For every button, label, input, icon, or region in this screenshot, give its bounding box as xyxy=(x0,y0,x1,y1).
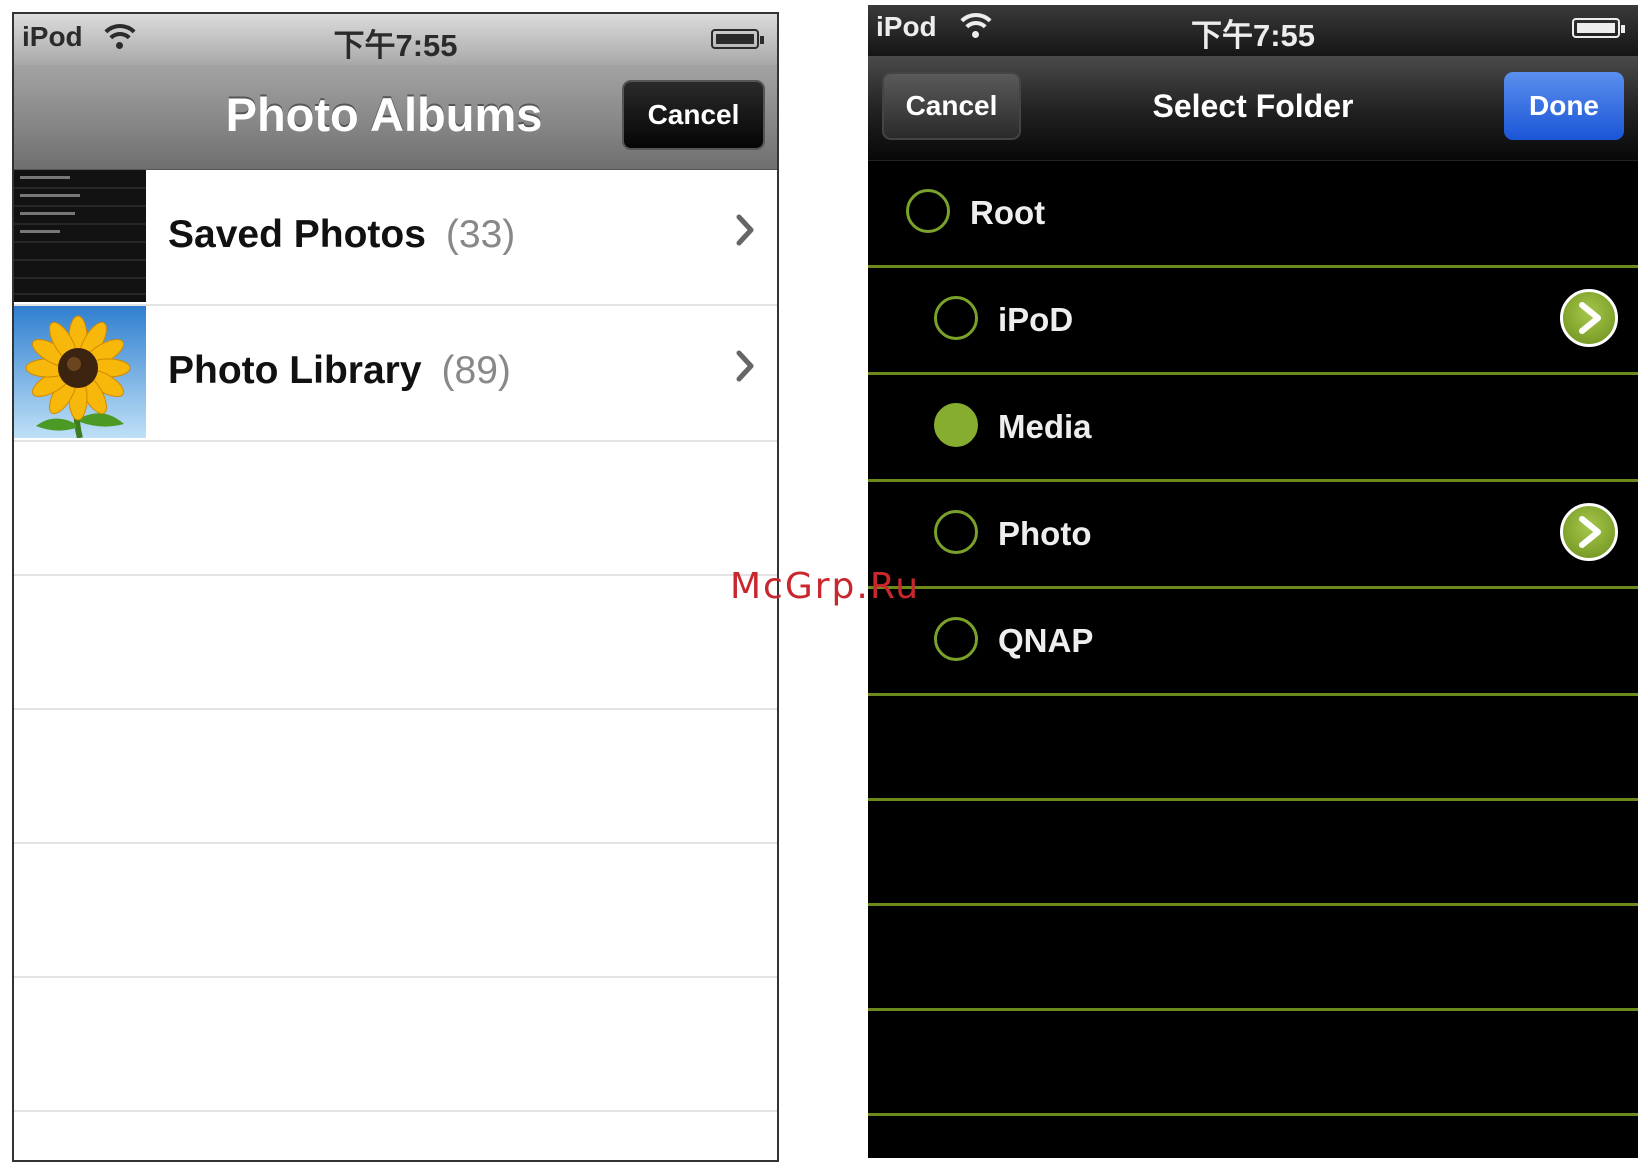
empty-row xyxy=(14,576,777,710)
empty-row xyxy=(14,710,777,844)
empty-row xyxy=(14,978,777,1112)
status-time: 下午7:55 xyxy=(333,28,458,63)
album-name: Photo Library xyxy=(168,349,422,392)
sunflower-thumbnail xyxy=(14,306,146,439)
album-label: Photo Library (89) xyxy=(168,349,511,393)
disclosure-arrow-icon[interactable] xyxy=(1560,503,1618,561)
folder-row-media[interactable]: Media xyxy=(868,375,1638,482)
empty-row xyxy=(868,801,1638,906)
navigation-bar: Photo Albums Cancel xyxy=(14,65,777,170)
watermark: McGrp.Ru xyxy=(730,566,921,607)
empty-row xyxy=(14,844,777,978)
folder-label: Root xyxy=(970,194,1046,231)
radio-button-icon[interactable] xyxy=(906,189,950,233)
folder-label: QNAP xyxy=(998,622,1094,659)
navigation-bar: Cancel Select Folder Done xyxy=(868,56,1638,161)
folder-label: Photo xyxy=(998,515,1092,552)
status-bar: iPod 下午7:55 xyxy=(868,5,1638,56)
album-name: Saved Photos xyxy=(168,213,426,256)
empty-row xyxy=(868,1011,1638,1116)
album-label: Saved Photos (33) xyxy=(168,213,515,257)
select-folder-screen: iPod 下午7:55 Cancel Select Folder Done Ro… xyxy=(868,5,1638,1158)
cancel-button[interactable]: Cancel xyxy=(622,80,765,150)
album-count: (33) xyxy=(445,213,516,256)
disclosure-arrow-icon[interactable] xyxy=(1560,289,1618,347)
folder-label: Media xyxy=(998,408,1092,445)
radio-button-icon[interactable] xyxy=(934,617,978,661)
screenshot-thumbnail-icon xyxy=(14,170,146,302)
folder-row-photo[interactable]: Photo xyxy=(868,482,1638,589)
folder-label: iPoD xyxy=(998,301,1074,338)
folder-row-root[interactable]: Root xyxy=(868,161,1638,268)
album-count: (89) xyxy=(441,349,511,392)
empty-row xyxy=(868,906,1638,1011)
photo-albums-screen: iPod 下午7:55 Photo Albums Cancel Saved Ph… xyxy=(12,12,779,1162)
radio-button-selected-icon[interactable] xyxy=(934,403,978,447)
folder-row-qnap[interactable]: QNAP xyxy=(868,589,1638,696)
radio-button-icon[interactable] xyxy=(934,296,978,340)
status-time: 下午7:55 xyxy=(1190,18,1316,53)
battery-icon xyxy=(1572,18,1625,38)
album-row-photo-library[interactable]: Photo Library (89) xyxy=(14,306,777,442)
chevron-right-icon xyxy=(735,348,755,393)
chevron-right-icon xyxy=(735,212,755,257)
empty-row xyxy=(868,696,1638,801)
battery-icon xyxy=(711,29,764,49)
empty-row xyxy=(14,442,777,576)
done-button[interactable]: Done xyxy=(1504,72,1624,140)
album-row-saved-photos[interactable]: Saved Photos (33) xyxy=(14,170,777,306)
folder-row-ipod[interactable]: iPoD xyxy=(868,268,1638,375)
status-bar: iPod 下午7:55 xyxy=(14,14,777,65)
saved-photos-thumbnail xyxy=(14,170,146,302)
radio-button-icon[interactable] xyxy=(934,510,978,554)
